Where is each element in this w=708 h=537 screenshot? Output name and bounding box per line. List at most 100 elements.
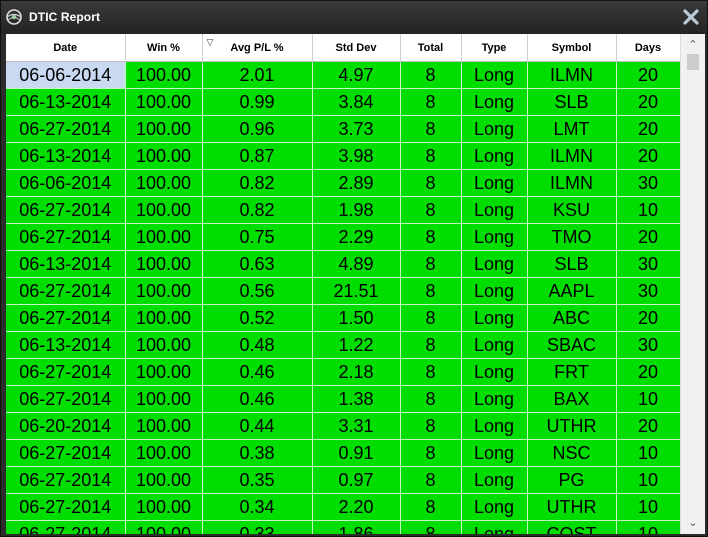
- cell-type[interactable]: Long: [461, 88, 528, 116]
- cell-type[interactable]: Long: [461, 331, 528, 359]
- cell-type[interactable]: Long: [461, 304, 528, 332]
- cell-type[interactable]: Long: [461, 250, 528, 278]
- table-row[interactable]: 06-27-2014 100.00 0.46 2.18 8 Long FRT 20: [6, 358, 681, 386]
- cell-type[interactable]: Long: [461, 493, 528, 521]
- cell-type[interactable]: Long: [461, 412, 528, 440]
- table-row[interactable]: 06-27-2014 100.00 0.56 21.51 8 Long AAPL 30: [6, 277, 681, 305]
- cell-date[interactable]: 06-13-2014: [6, 142, 126, 170]
- scroll-up-arrow-icon[interactable]: ⌃: [681, 36, 705, 54]
- cell-avg-pl-pct[interactable]: 0.96: [202, 115, 313, 143]
- cell-days[interactable]: 10: [616, 196, 681, 224]
- cell-win-pct[interactable]: 100.00: [125, 493, 203, 521]
- cell-symbol[interactable]: SBAC: [527, 331, 617, 359]
- cell-std-dev[interactable]: 0.91: [312, 439, 401, 467]
- cell-std-dev[interactable]: 3.31: [312, 412, 401, 440]
- cell-symbol[interactable]: SLB: [527, 88, 617, 116]
- cell-type[interactable]: Long: [461, 169, 528, 197]
- cell-symbol[interactable]: KSU: [527, 196, 617, 224]
- cell-date[interactable]: 06-20-2014: [6, 412, 126, 440]
- table-row[interactable]: 06-27-2014 100.00 0.35 0.97 8 Long PG 10: [6, 466, 681, 494]
- cell-days[interactable]: 20: [616, 88, 681, 116]
- cell-days[interactable]: 20: [616, 61, 681, 89]
- cell-days[interactable]: 20: [616, 412, 681, 440]
- title-bar[interactable]: DTIC Report: [1, 1, 707, 34]
- cell-type[interactable]: Long: [461, 277, 528, 305]
- cell-days[interactable]: 10: [616, 439, 681, 467]
- report-grid[interactable]: Date Win % ▽ Avg P/L % Std Dev Total Type Symbo…: [6, 34, 705, 534]
- cell-std-dev[interactable]: 2.20: [312, 493, 401, 521]
- cell-win-pct[interactable]: 100.00: [125, 439, 203, 467]
- cell-avg-pl-pct[interactable]: 0.99: [202, 88, 313, 116]
- cell-total[interactable]: 8: [400, 520, 462, 534]
- cell-date[interactable]: 06-06-2014: [6, 169, 126, 197]
- cell-total[interactable]: 8: [400, 439, 462, 467]
- cell-win-pct[interactable]: 100.00: [125, 88, 203, 116]
- cell-type[interactable]: Long: [461, 520, 528, 534]
- cell-std-dev[interactable]: 3.98: [312, 142, 401, 170]
- cell-avg-pl-pct[interactable]: 0.63: [202, 250, 313, 278]
- cell-days[interactable]: 10: [616, 493, 681, 521]
- vertical-scrollbar[interactable]: ⌃ ⌄: [680, 34, 705, 534]
- cell-win-pct[interactable]: 100.00: [125, 304, 203, 332]
- column-header-symbol[interactable]: Symbol: [527, 34, 617, 62]
- cell-symbol[interactable]: NSC: [527, 439, 617, 467]
- cell-date[interactable]: 06-27-2014: [6, 358, 126, 386]
- cell-symbol[interactable]: BAX: [527, 385, 617, 413]
- cell-win-pct[interactable]: 100.00: [125, 277, 203, 305]
- cell-type[interactable]: Long: [461, 385, 528, 413]
- table-row[interactable]: 06-13-2014 100.00 0.48 1.22 8 Long SBAC 30: [6, 331, 681, 359]
- cell-symbol[interactable]: COST: [527, 520, 617, 534]
- cell-type[interactable]: Long: [461, 196, 528, 224]
- cell-total[interactable]: 8: [400, 277, 462, 305]
- cell-std-dev[interactable]: 1.98: [312, 196, 401, 224]
- table-row[interactable]: 06-13-2014 100.00 0.63 4.89 8 Long SLB 30: [6, 250, 681, 278]
- scrollbar-thumb[interactable]: [687, 54, 699, 70]
- cell-total[interactable]: 8: [400, 412, 462, 440]
- cell-total[interactable]: 8: [400, 115, 462, 143]
- cell-days[interactable]: 20: [616, 304, 681, 332]
- cell-avg-pl-pct[interactable]: 0.87: [202, 142, 313, 170]
- table-row[interactable]: 06-27-2014 100.00 0.52 1.50 8 Long ABC 20: [6, 304, 681, 332]
- cell-type[interactable]: Long: [461, 223, 528, 251]
- cell-win-pct[interactable]: 100.00: [125, 142, 203, 170]
- cell-symbol[interactable]: UTHR: [527, 412, 617, 440]
- cell-win-pct[interactable]: 100.00: [125, 385, 203, 413]
- table-row[interactable]: 06-27-2014 100.00 0.96 3.73 8 Long LMT 20: [6, 115, 681, 143]
- cell-total[interactable]: 8: [400, 331, 462, 359]
- cell-type[interactable]: Long: [461, 358, 528, 386]
- column-header-avg-pl-pct[interactable]: ▽ Avg P/L %: [202, 34, 313, 62]
- cell-avg-pl-pct[interactable]: 0.46: [202, 385, 313, 413]
- cell-total[interactable]: 8: [400, 250, 462, 278]
- cell-symbol[interactable]: AAPL: [527, 277, 617, 305]
- cell-std-dev[interactable]: 2.18: [312, 358, 401, 386]
- cell-symbol[interactable]: PG: [527, 466, 617, 494]
- cell-date[interactable]: 06-27-2014: [6, 304, 126, 332]
- cell-days[interactable]: 10: [616, 520, 681, 534]
- cell-win-pct[interactable]: 100.00: [125, 358, 203, 386]
- scroll-down-arrow-icon[interactable]: ⌄: [681, 514, 705, 532]
- cell-days[interactable]: 20: [616, 115, 681, 143]
- cell-std-dev[interactable]: 1.22: [312, 331, 401, 359]
- cell-total[interactable]: 8: [400, 169, 462, 197]
- cell-date[interactable]: 06-27-2014: [6, 493, 126, 521]
- cell-avg-pl-pct[interactable]: 0.44: [202, 412, 313, 440]
- cell-win-pct[interactable]: 100.00: [125, 412, 203, 440]
- cell-date[interactable]: 06-27-2014: [6, 277, 126, 305]
- cell-avg-pl-pct[interactable]: 0.46: [202, 358, 313, 386]
- cell-std-dev[interactable]: 21.51: [312, 277, 401, 305]
- cell-total[interactable]: 8: [400, 196, 462, 224]
- cell-win-pct[interactable]: 100.00: [125, 466, 203, 494]
- cell-win-pct[interactable]: 100.00: [125, 223, 203, 251]
- cell-total[interactable]: 8: [400, 493, 462, 521]
- cell-total[interactable]: 8: [400, 358, 462, 386]
- close-icon[interactable]: [681, 7, 701, 27]
- table-row[interactable]: 06-20-2014 100.00 0.44 3.31 8 Long UTHR 20: [6, 412, 681, 440]
- cell-total[interactable]: 8: [400, 385, 462, 413]
- cell-total[interactable]: 8: [400, 88, 462, 116]
- cell-symbol[interactable]: FRT: [527, 358, 617, 386]
- cell-win-pct[interactable]: 100.00: [125, 250, 203, 278]
- table-row[interactable]: 06-27-2014 100.00 0.33 1.86 8 Long COST 10: [6, 520, 681, 534]
- cell-date[interactable]: 06-27-2014: [6, 115, 126, 143]
- cell-days[interactable]: 20: [616, 223, 681, 251]
- cell-total[interactable]: 8: [400, 304, 462, 332]
